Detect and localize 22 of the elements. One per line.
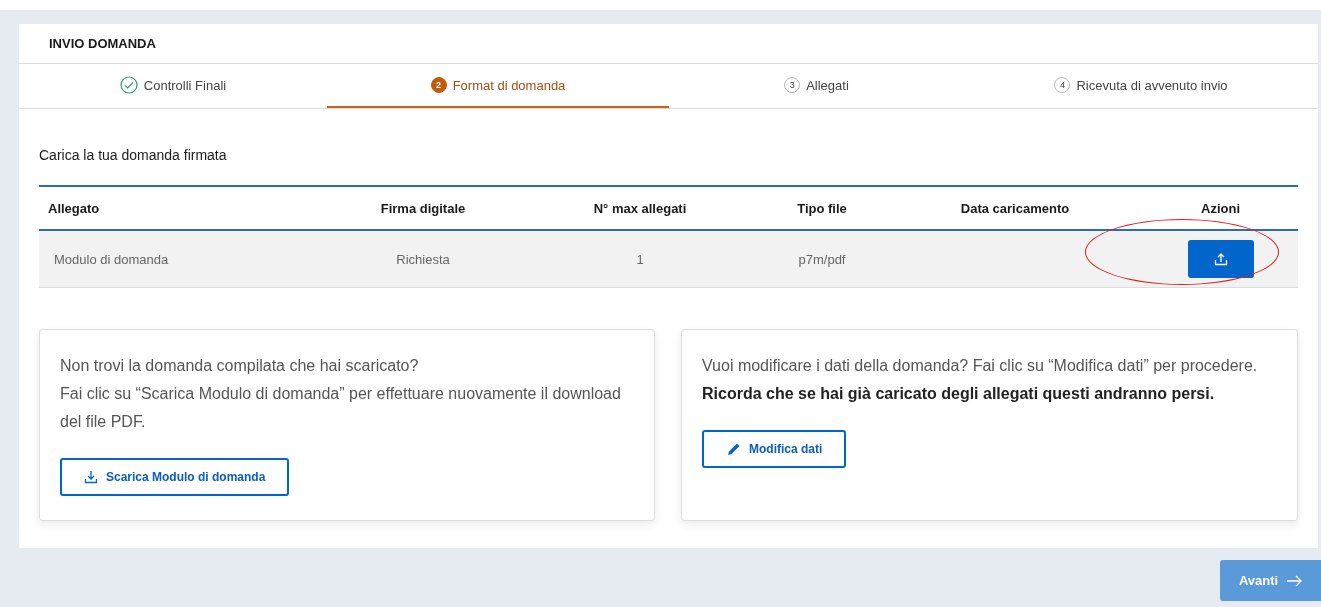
table-cell: Modulo di domanda bbox=[39, 230, 323, 288]
step-number: 2 bbox=[430, 77, 447, 93]
upload-icon bbox=[1213, 252, 1228, 266]
step-tab[interactable]: 2 Format di domanda bbox=[327, 64, 669, 108]
table-cell: 1 bbox=[523, 230, 757, 288]
section-title: Carica la tua domanda firmata bbox=[39, 147, 228, 163]
upload-button[interactable] bbox=[1187, 240, 1254, 278]
step-tab[interactable]: Controlli Finali bbox=[19, 64, 327, 108]
table-cell: Richiesta bbox=[323, 230, 523, 288]
table-cell: p7m/pdf bbox=[757, 230, 887, 288]
download-icon bbox=[84, 470, 98, 484]
card-text: Vuoi modificare i dati della domanda? Fai clic su “Modifica dati” per procedere. bbox=[702, 356, 1259, 376]
step-tab[interactable]: 4 Ricevuta di avvenuto invio bbox=[964, 64, 1318, 108]
card-text: Ricorda che se hai già caricato degli allegati questi andranno persi. bbox=[702, 384, 1216, 404]
pencil-icon bbox=[726, 441, 741, 457]
card-button[interactable]: Modifica dati bbox=[702, 430, 847, 468]
step-tab[interactable]: 3 Allegati bbox=[669, 64, 964, 108]
arrow-right-icon bbox=[1286, 574, 1303, 587]
card-text: Non trovi la domanda compilata che hai scaricato? Fai clic su “Scarica Modulo di domanda” per effettuare nuovamente il download del file PDF. bbox=[60, 356, 622, 432]
card-button[interactable]: Scarica Modulo di domanda bbox=[60, 458, 290, 496]
panel-title: INVIO DOMANDA bbox=[19, 24, 1318, 64]
check-circle-icon bbox=[119, 76, 138, 94]
